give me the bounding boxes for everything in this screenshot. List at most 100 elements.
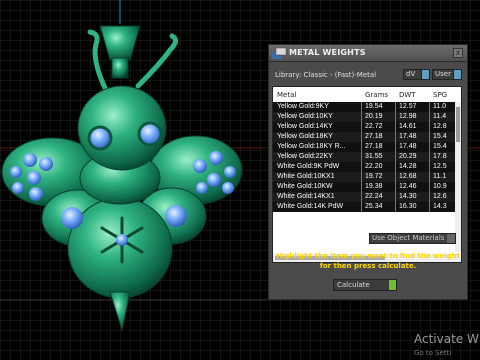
cell-spg: 11.0: [433, 103, 447, 110]
column-divider: [395, 132, 396, 142]
unit-select-dv[interactable]: dV: [403, 69, 423, 80]
table-row[interactable]: Yellow Gold:22KY 31.55 20.29 17.8: [273, 152, 455, 162]
column-divider: [395, 142, 396, 152]
metal-weights-panel: METAL WEIGHTS x Library: Classic - (Fast…: [268, 44, 468, 300]
column-divider: [361, 112, 362, 122]
cell-dwt: 20.29: [399, 153, 417, 160]
cell-metal: White Gold:14K PdW: [277, 203, 344, 210]
column-divider: [361, 182, 362, 192]
column-divider: [361, 162, 362, 172]
cell-grams: 27.18: [365, 143, 383, 150]
column-divider: [429, 152, 430, 162]
dropdown-arrow-icon[interactable]: [421, 69, 430, 80]
cell-grams: 22.20: [365, 163, 383, 170]
library-label: Library: Classic - (Fast)-Metal: [275, 71, 377, 79]
cell-dwt: 17.48: [399, 143, 417, 150]
cell-spg: 12.5: [433, 163, 447, 170]
column-divider: [395, 102, 396, 112]
column-divider: [395, 122, 396, 132]
unit-select-user[interactable]: User: [432, 69, 454, 80]
cell-spg: 11.4: [433, 113, 447, 120]
cell-metal: White Gold:10KX1: [277, 173, 335, 180]
cell-spg: 15.4: [433, 133, 447, 140]
cell-dwt: 17.48: [399, 133, 417, 140]
table-row[interactable]: White Gold:10KW 19.38 12.46 10.9: [273, 182, 455, 192]
cell-metal: Yellow Gold:18KY R...: [277, 143, 346, 150]
cell-spg: 17.8: [433, 153, 447, 160]
cell-grams: 22.72: [365, 123, 383, 130]
cell-dwt: 12.46: [399, 183, 417, 190]
activation-watermark: Activate W: [414, 332, 479, 346]
cell-spg: 14.3: [433, 203, 447, 210]
cell-dwt: 14.61: [399, 123, 417, 130]
table-row[interactable]: White Gold:10KX1 19.72 12.68 11.1: [273, 172, 455, 182]
table-row[interactable]: White Gold:9K PdW 22.20 14.28 12.5: [273, 162, 455, 172]
close-button[interactable]: x: [453, 48, 463, 58]
table-row[interactable]: Yellow Gold:14KY 22.72 14.61 12.8: [273, 122, 455, 132]
cell-dwt: 12.57: [399, 103, 417, 110]
column-divider: [429, 102, 430, 112]
column-divider: [361, 192, 362, 202]
column-divider: [429, 112, 430, 122]
table-row[interactable]: Yellow Gold:18KY R... 27.18 17.48 15.4: [273, 142, 455, 152]
column-divider: [429, 162, 430, 172]
column-divider: [361, 202, 362, 212]
column-divider: [395, 172, 396, 182]
cell-spg: 11.1: [433, 173, 447, 180]
calculate-go-icon[interactable]: [389, 280, 396, 290]
activation-watermark-sub: Go to Setti: [414, 349, 452, 357]
cell-dwt: 14.30: [399, 193, 417, 200]
column-header-spg[interactable]: SPG: [433, 91, 447, 99]
material-select[interactable]: Use Object Materials: [369, 233, 456, 244]
cell-metal: Yellow Gold:9KY: [277, 103, 329, 110]
chevron-down-icon[interactable]: [447, 234, 455, 243]
column-divider: [361, 122, 362, 132]
panel-title: METAL WEIGHTS: [289, 48, 366, 57]
cell-metal: White Gold:14KX1: [277, 193, 335, 200]
column-divider: [429, 132, 430, 142]
panel-titlebar[interactable]: METAL WEIGHTS x: [269, 45, 467, 62]
column-divider: [429, 122, 430, 132]
cell-grams: 20.19: [365, 113, 383, 120]
calculate-button[interactable]: Calculate: [333, 279, 397, 291]
column-divider: [395, 192, 396, 202]
column-header-metal[interactable]: Metal: [277, 91, 296, 99]
column-divider: [361, 132, 362, 142]
table-row[interactable]: Yellow Gold:18KY 27.18 17.48 15.4: [273, 132, 455, 142]
cell-dwt: 12.98: [399, 113, 417, 120]
table-row[interactable]: White Gold:14K PdW 25.34 16.30 14.3: [273, 202, 455, 212]
instruction-text: Highlight the item you want to find the …: [273, 251, 463, 271]
column-divider: [361, 172, 362, 182]
cell-metal: White Gold:9K PdW: [277, 163, 340, 170]
cell-metal: Yellow Gold:14KY: [277, 123, 333, 130]
vertical-scroll-thumb[interactable]: [456, 107, 460, 142]
column-divider: [429, 192, 430, 202]
column-divider: [429, 172, 430, 182]
column-divider: [395, 162, 396, 172]
column-header-grams[interactable]: Grams: [365, 91, 388, 99]
table-row[interactable]: Yellow Gold:9KY 19.54 12.57 11.0: [273, 102, 455, 112]
cell-grams: 27.18: [365, 133, 383, 140]
cell-grams: 19.54: [365, 103, 383, 110]
instruction-line-1: Highlight the item you want to find the …: [276, 252, 460, 260]
column-divider: [429, 182, 430, 192]
table-row[interactable]: Yellow Gold:10KY 20.19 12.98 11.4: [273, 112, 455, 122]
table-row[interactable]: White Gold:14KX1 22.24 14.30 12.6: [273, 192, 455, 202]
cell-grams: 19.72: [365, 173, 383, 180]
column-divider: [429, 142, 430, 152]
column-divider: [395, 152, 396, 162]
cell-spg: 12.6: [433, 193, 447, 200]
cell-grams: 22.24: [365, 193, 383, 200]
cell-dwt: 16.30: [399, 203, 417, 210]
dropdown-arrow-icon[interactable]: [453, 69, 462, 80]
cell-spg: 10.9: [433, 183, 447, 190]
cell-metal: White Gold:10KW: [277, 183, 333, 190]
column-divider: [395, 182, 396, 192]
cell-spg: 12.8: [433, 123, 447, 130]
cell-dwt: 12.68: [399, 173, 417, 180]
column-header-dwt[interactable]: DWT: [399, 91, 416, 99]
cell-grams: 19.38: [365, 183, 383, 190]
weights-app-icon: [272, 47, 287, 59]
column-divider: [361, 142, 362, 152]
instruction-line-2: for then press calculate.: [319, 262, 417, 270]
